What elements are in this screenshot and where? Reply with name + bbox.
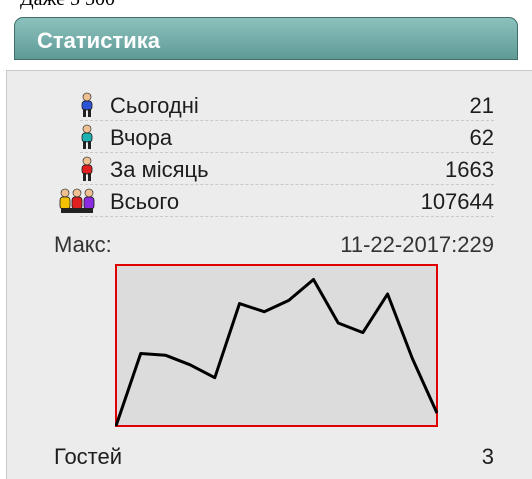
widget-title: Статистика: [37, 28, 160, 53]
widget-header: Статистика: [14, 17, 518, 60]
guests-value: 3: [481, 444, 494, 469]
max-value: 11-22-2017:229: [340, 232, 494, 257]
max-label: Макс:: [54, 232, 112, 257]
visits-chart: [115, 264, 438, 427]
stat-label-month: За місяць: [110, 157, 209, 182]
stat-value-month: 1663: [445, 157, 494, 182]
stat-value-total: 107644: [420, 189, 494, 214]
stat-row-yesterday: Вчора 62: [80, 121, 494, 153]
stat-row-today: Сьогодні 21: [80, 89, 494, 121]
stat-value-yesterday: 62: [469, 125, 494, 150]
chart-frame: [115, 264, 438, 427]
stat-label-yesterday: Вчора: [110, 125, 173, 150]
stat-row-total: Всього 107644: [59, 185, 494, 217]
guests-label: Гостей: [54, 444, 123, 469]
person-teal-icon: [80, 124, 110, 150]
person-blue-icon: [80, 92, 110, 118]
stat-label-total: Всього: [110, 189, 180, 214]
stat-row-month: За місяць 1663: [80, 153, 494, 185]
max-row: Макс: 11-22-2017:229: [54, 232, 494, 262]
partial-header-text: Даже 5 500: [20, 0, 115, 11]
person-red-icon: [80, 156, 110, 182]
guests-row: Гостей 3: [54, 444, 494, 474]
stat-label-today: Сьогодні: [110, 93, 199, 118]
stat-value-today: 21: [469, 93, 494, 118]
people-group-icon: [58, 188, 95, 214]
